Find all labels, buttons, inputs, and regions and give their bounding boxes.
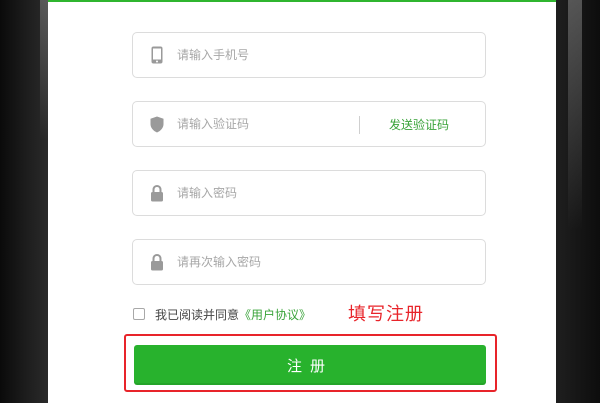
agreement-checkbox[interactable] [133,308,145,320]
verification-code-input[interactable] [177,102,347,146]
password-field[interactable] [132,170,486,216]
annotation-label: 填写注册 [348,304,424,325]
register-panel: 发送验证码 我已阅读并同意 《用户协议》 填写注册 注册 [48,0,556,403]
field-divider [359,116,360,134]
password-input[interactable] [177,171,467,215]
register-button[interactable]: 注册 [134,345,486,385]
user-agreement-link[interactable]: 《用户协议》 [239,306,311,323]
send-code-button[interactable]: 发送验证码 [389,116,449,133]
confirm-password-field[interactable] [132,239,486,285]
phone-input[interactable] [177,33,467,77]
agreement-row: 我已阅读并同意 《用户协议》 [133,305,311,323]
background-artifact-right [568,0,582,230]
phone-field[interactable] [132,32,486,78]
phone-icon [149,46,165,64]
shield-icon [149,115,165,133]
lock-icon [149,184,165,202]
agreement-text: 我已阅读并同意 [155,307,240,322]
confirm-password-input[interactable] [177,240,467,284]
verification-code-field[interactable]: 发送验证码 [132,101,486,147]
lock-icon [149,253,165,271]
